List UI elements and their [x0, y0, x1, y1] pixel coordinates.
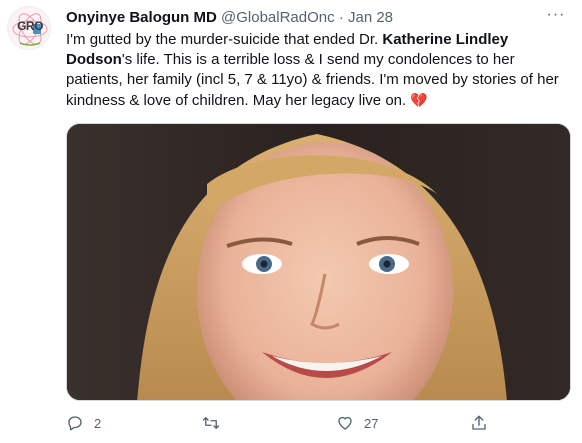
avatar-text: GRO: [17, 19, 43, 33]
retweet-button[interactable]: [202, 412, 230, 434]
more-options-icon[interactable]: ···: [544, 7, 568, 26]
author-name[interactable]: Onyinye Balogun MD: [66, 9, 217, 26]
tweet-photo[interactable]: [66, 123, 571, 401]
share-icon: [472, 415, 486, 430]
like-count: 27: [364, 415, 379, 431]
heart-icon: [338, 416, 352, 430]
tweet-text: I'm gutted by the murder-suicide that en…: [66, 30, 571, 111]
tweet-text-part: I'm gutted by the murder-suicide that en…: [66, 31, 383, 48]
retweet-icon: [202, 417, 220, 429]
tweet-text-part: 's life. This is a terrible loss & I sen…: [66, 51, 559, 109]
tweet-header: Onyinye Balogun MD @GlobalRadOnc · Jan 2…: [66, 8, 393, 28]
tweet-actions: 2 27: [66, 412, 571, 434]
reply-icon: [68, 416, 82, 431]
share-button[interactable]: [470, 412, 488, 434]
tweet-date[interactable]: Jan 28: [348, 9, 393, 26]
avatar[interactable]: GRO: [7, 6, 51, 50]
broken-heart-emoji: 💔: [410, 92, 428, 108]
separator-dot: ·: [338, 9, 344, 26]
author-handle[interactable]: @GlobalRadOnc: [221, 9, 335, 26]
portrait-image: [67, 124, 570, 400]
reply-count: 2: [94, 415, 102, 431]
like-button[interactable]: 27: [336, 412, 378, 434]
reply-button[interactable]: 2: [66, 412, 101, 434]
